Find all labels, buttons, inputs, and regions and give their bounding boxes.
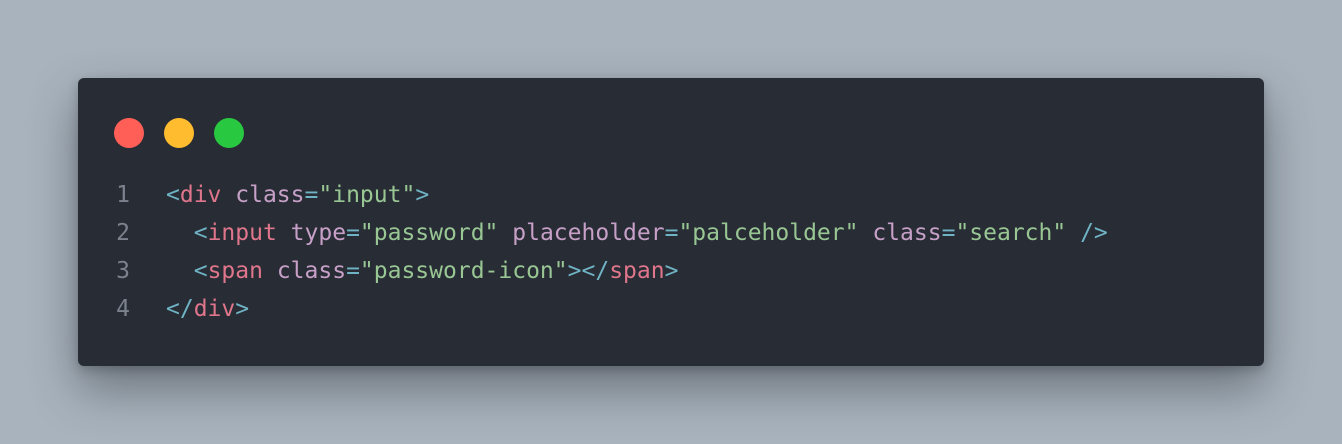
- code-token-punct: />: [1080, 220, 1108, 246]
- code-token-punct: =: [664, 220, 679, 246]
- code-token-punct: >: [235, 296, 250, 322]
- code-token-str: "password": [359, 220, 499, 246]
- code-text: </div>: [166, 290, 249, 328]
- code-token-tag: div: [179, 182, 222, 208]
- line-number: 3: [116, 258, 130, 284]
- code-line: 4 </div>: [78, 290, 1264, 328]
- close-dot-icon[interactable]: [114, 118, 144, 148]
- code-token-punct: ></: [567, 258, 610, 284]
- code-token-str: "password-icon": [359, 258, 568, 284]
- zoom-dot-icon[interactable]: [214, 118, 244, 148]
- code-line: 1 <div class="input">: [78, 176, 1264, 214]
- code-line: 2 <input type="password" placeholder="pa…: [78, 214, 1264, 252]
- line-number: 4: [116, 296, 130, 322]
- code-block: 1 <div class="input"> 2 <input type="passw…: [78, 176, 1264, 328]
- minimize-dot-icon[interactable]: [164, 118, 194, 148]
- code-token-punct: <: [193, 220, 208, 246]
- code-token-tag: span: [207, 258, 263, 284]
- code-token-punct: </: [166, 296, 194, 322]
- code-text: <div class="input">: [166, 176, 429, 214]
- code-text: <input type="password" placeholder="palc…: [166, 214, 1108, 252]
- code-token-punct: >: [415, 182, 430, 208]
- code-token-punct: =: [941, 220, 956, 246]
- code-line: 3 <span class="password-icon"></span>: [78, 252, 1264, 290]
- code-token-punct: <: [166, 182, 180, 208]
- code-token-punct: <: [193, 258, 208, 284]
- code-token-punct: =: [346, 220, 360, 246]
- code-token-str: "palceholder": [678, 220, 859, 246]
- code-token-punct: =: [346, 258, 360, 284]
- code-token-str: "search": [955, 220, 1067, 246]
- code-token-attr: class: [235, 182, 305, 208]
- code-token-str: "input": [318, 182, 416, 208]
- code-token-punct: >: [664, 258, 679, 284]
- line-number: 1: [116, 182, 130, 208]
- code-token-attr: type: [290, 220, 347, 246]
- code-token-attr: placeholder: [512, 220, 665, 246]
- code-window: 1 <div class="input"> 2 <input type="passw…: [78, 78, 1264, 366]
- code-token-attr: class: [276, 258, 347, 284]
- code-token-tag: input: [207, 220, 277, 246]
- line-number: 2: [116, 220, 130, 246]
- code-token-punct: =: [304, 182, 319, 208]
- code-token-tag: span: [609, 258, 665, 284]
- code-token-tag: div: [193, 296, 236, 322]
- window-controls: [114, 118, 244, 148]
- code-text: <span class="password-icon"></span>: [166, 252, 679, 290]
- code-token-attr: class: [872, 220, 942, 246]
